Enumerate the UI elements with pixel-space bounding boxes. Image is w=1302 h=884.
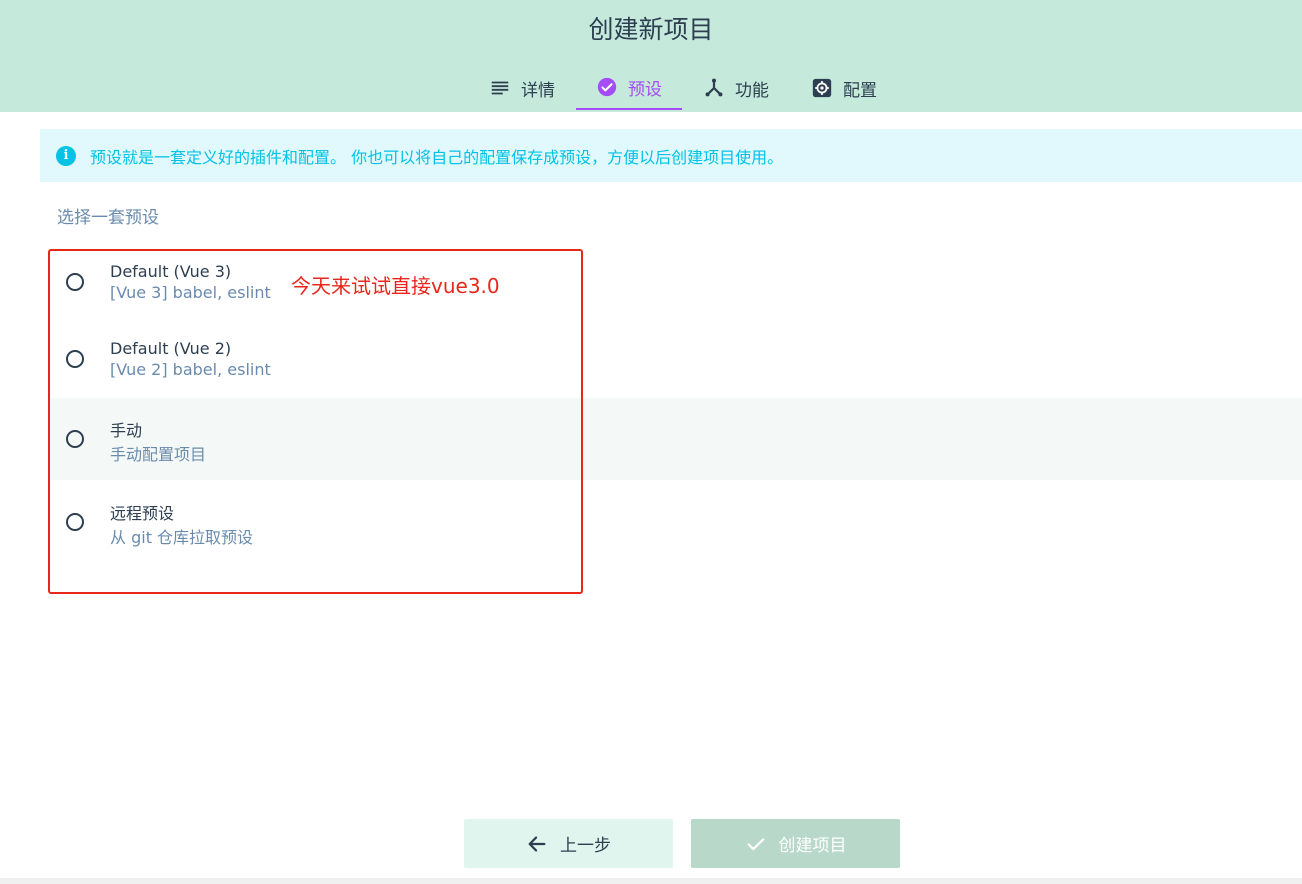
previous-button[interactable]: 上一步 <box>464 819 673 868</box>
section-label: 选择一套预设 <box>57 208 159 228</box>
preset-radio[interactable] <box>66 430 84 448</box>
previous-button-label: 上一步 <box>560 836 611 856</box>
gear-icon <box>811 77 833 99</box>
create-project-button-label: 创建项目 <box>778 836 847 856</box>
info-text: 预设就是一套定义好的插件和配置。 你也可以将自己的配置保存成预设，方便以后创建项… <box>90 147 784 167</box>
info-banner: i 预设就是一套定义好的插件和配置。 你也可以将自己的配置保存成预设，方便以后创… <box>40 129 1302 182</box>
preset-radio[interactable] <box>66 513 84 531</box>
page-title: 创建新项目 <box>588 15 714 44</box>
info-icon: i <box>56 145 76 166</box>
arrow-left-icon <box>526 833 548 855</box>
tab-features-label: 功能 <box>735 80 769 101</box>
header: 创建新项目 详情 预设 功能 配置 <box>0 0 1302 112</box>
list-icon <box>489 77 511 99</box>
preset-name: Default (Vue 2) <box>110 339 232 358</box>
preset-description: 从 git 仓库拉取预设 <box>110 528 254 547</box>
preset-description: [Vue 2] babel, eslint <box>110 360 271 379</box>
preset-name: Default (Vue 3) <box>110 262 232 281</box>
tab-presets-label: 预设 <box>628 79 662 100</box>
tab-details-label: 详情 <box>521 80 555 101</box>
create-project-button[interactable]: 创建项目 <box>691 819 900 868</box>
preset-default-vue3[interactable]: Default (Vue 3) [Vue 3] babel, eslint <box>48 250 1302 316</box>
tab-details[interactable]: 详情 <box>476 66 568 110</box>
annotation-text: 今天来试试直接vue3.0 <box>291 274 500 298</box>
preset-description: [Vue 3] babel, eslint <box>110 283 271 302</box>
preset-remote[interactable]: 远程预设 从 git 仓库拉取预设 <box>48 488 1302 556</box>
bottom-strip <box>0 878 1302 884</box>
preset-radio[interactable] <box>66 273 84 291</box>
fork-icon <box>703 77 725 99</box>
preset-default-vue2[interactable]: Default (Vue 2) [Vue 2] babel, eslint <box>48 327 1302 393</box>
preset-name: 远程预设 <box>110 504 175 523</box>
tab-features[interactable]: 功能 <box>690 66 782 110</box>
preset-description: 手动配置项目 <box>110 445 207 464</box>
check-circle-icon <box>596 76 618 98</box>
tab-config-label: 配置 <box>843 80 877 101</box>
check-icon <box>745 833 767 855</box>
preset-name: 手动 <box>110 421 143 440</box>
tab-presets[interactable]: 预设 <box>576 66 682 110</box>
preset-manual[interactable]: 手动 手动配置项目 <box>48 398 1302 480</box>
tab-config[interactable]: 配置 <box>798 66 890 110</box>
tab-bar: 详情 预设 功能 配置 <box>0 66 1302 112</box>
preset-radio[interactable] <box>66 350 84 368</box>
